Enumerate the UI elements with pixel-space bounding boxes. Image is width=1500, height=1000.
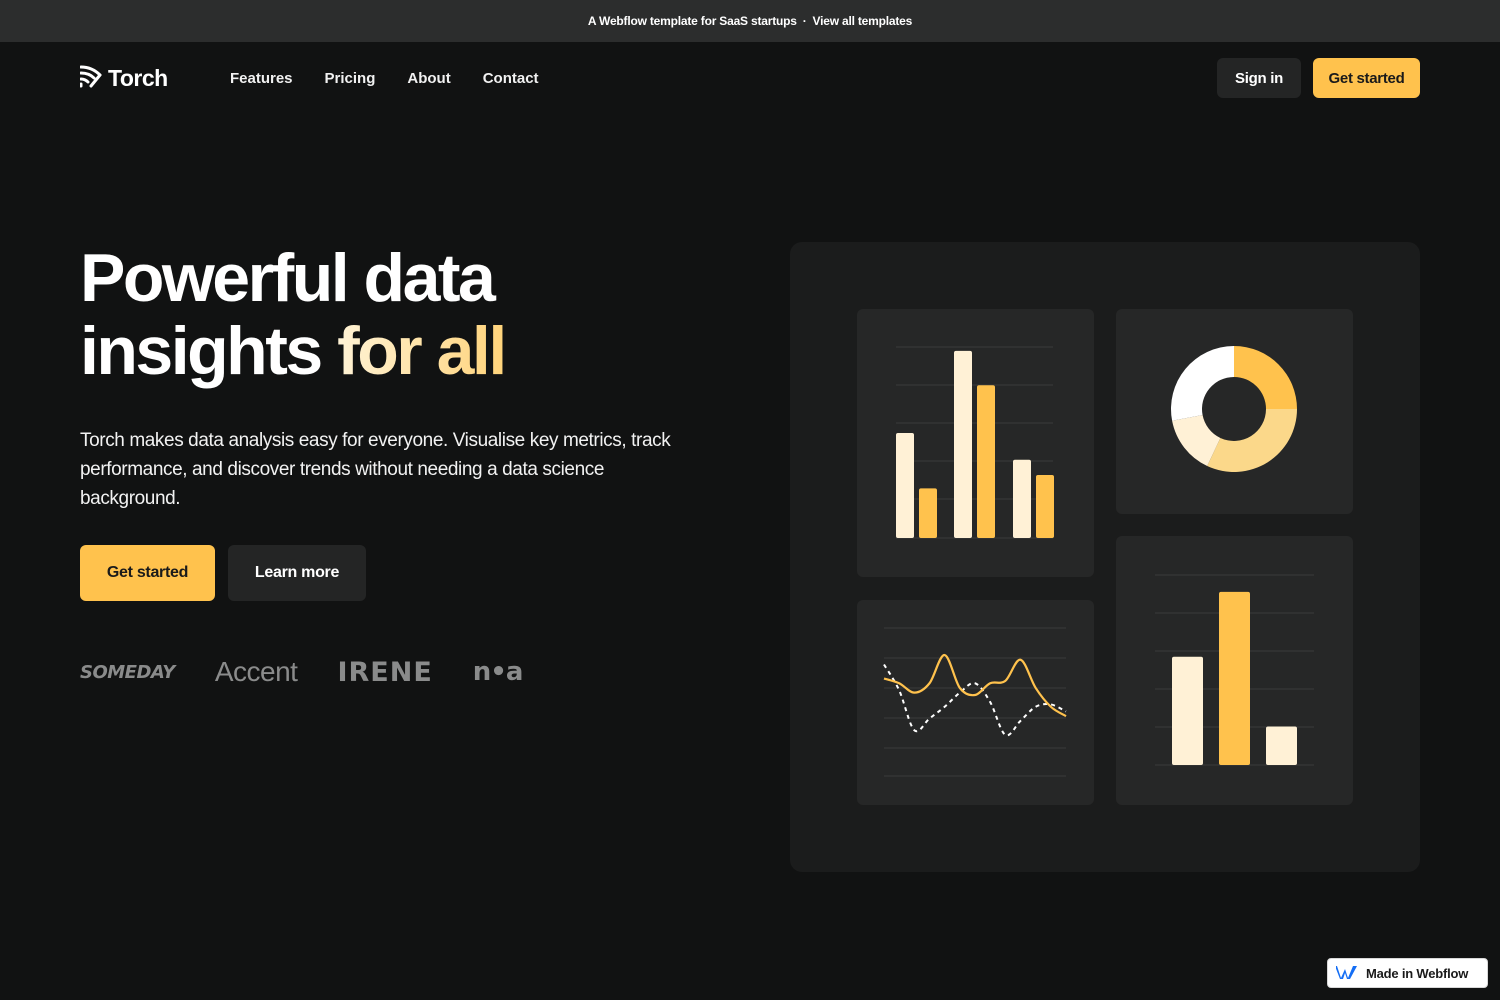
dashboard-illustration (790, 242, 1420, 872)
hero-title: Powerful data insights for all (80, 240, 507, 389)
torch-logo-icon (79, 64, 102, 93)
grouped-bar-chart (896, 346, 1054, 539)
made-in-webflow-badge[interactable]: Made in Webflow (1327, 958, 1488, 988)
nav-link-features[interactable]: Features (230, 70, 293, 87)
bar-chart (1155, 574, 1314, 766)
hero-title-line1: Powerful data (80, 240, 496, 316)
nav-link-contact[interactable]: Contact (483, 70, 539, 87)
donut-slice (1171, 346, 1234, 421)
bar (919, 488, 937, 538)
sign-in-button[interactable]: Sign in (1217, 58, 1301, 98)
bar (1219, 591, 1250, 765)
hero-get-started-button[interactable]: Get started (80, 545, 215, 601)
donut-chart-card (1116, 309, 1353, 514)
line-series-dashed (883, 663, 1067, 737)
donut-slice (1207, 409, 1297, 472)
line-series-solid (883, 653, 1067, 718)
nav-link-pricing[interactable]: Pricing (325, 70, 376, 87)
bar (977, 385, 995, 538)
webflow-logo-icon (1335, 964, 1360, 983)
bar-chart-card-2 (1116, 536, 1353, 805)
announcement-text: A Webflow template for SaaS startups (587, 14, 797, 28)
someday-logo: SOMEDAY (80, 661, 175, 683)
hero-title-accent: for all (337, 313, 507, 389)
bar (896, 432, 914, 538)
irene-logo: IRENE (337, 656, 433, 688)
badge-text: Made in Webflow (1366, 965, 1469, 981)
line-chart-card (857, 600, 1094, 805)
na-logo: n•a (472, 657, 524, 687)
nav-get-started-button[interactable]: Get started (1313, 58, 1420, 98)
hero-cta-group: Get started Learn more (80, 545, 366, 601)
nav-link-about[interactable]: About (407, 70, 450, 87)
donut-chart (1171, 346, 1297, 472)
learn-more-button[interactable]: Learn more (228, 545, 366, 601)
hero-description: Torch makes data analysis easy for every… (80, 430, 671, 509)
bar (1036, 474, 1054, 538)
line-chart (883, 627, 1067, 777)
main-nav: Torch Features Pricing About Contact Sig… (79, 58, 1420, 98)
announcement-bar: A Webflow template for SaaS startups · V… (0, 0, 1500, 42)
bar (954, 350, 972, 538)
hero-title-line2: insights (80, 313, 338, 389)
client-logos: SOMEDAY Accent IRENE n•a (80, 656, 524, 688)
view-all-templates-link[interactable]: View all templates (813, 14, 913, 28)
bar (1266, 726, 1297, 765)
bar-chart-card (857, 309, 1094, 577)
accent-logo: Accent (214, 656, 298, 687)
nav-links: Features Pricing About Contact (230, 70, 539, 87)
donut-slice (1234, 346, 1297, 409)
bar (1172, 656, 1203, 765)
nav-actions: Sign in Get started (1217, 58, 1420, 98)
announcement-separator: · (802, 14, 807, 28)
torch-logo-text: Torch (108, 64, 168, 91)
torch-logo[interactable]: Torch (79, 64, 230, 93)
bar (1013, 459, 1031, 538)
